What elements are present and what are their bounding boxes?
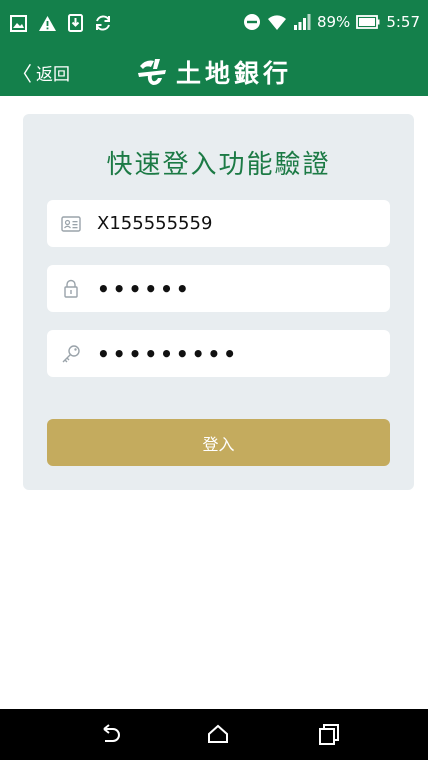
status-icons-right: 89% 5:57 <box>243 13 420 31</box>
image-icon <box>10 14 27 32</box>
back-icon[interactable] <box>97 722 123 748</box>
download-icon <box>68 14 83 32</box>
warning-icon <box>39 15 56 31</box>
home-icon[interactable] <box>205 722 231 748</box>
battery-percent: 89% <box>316 13 351 31</box>
do-not-disturb-icon <box>243 14 260 30</box>
id-field[interactable]: X155555559 <box>47 200 390 247</box>
wifi-icon <box>267 15 286 30</box>
id-card-icon <box>61 214 81 234</box>
chevron-left-icon: 〈 <box>12 61 32 86</box>
recents-icon[interactable] <box>316 722 342 748</box>
brand-name: 土地銀行 <box>176 59 293 88</box>
password-field[interactable]: •••••• <box>47 265 390 312</box>
back-label: 返回 <box>36 64 70 85</box>
brand-logo: 土地銀行 <box>136 54 292 90</box>
system-nav-bar <box>0 709 428 760</box>
battery-icon <box>356 15 380 29</box>
back-button[interactable]: 〈 返回 <box>12 48 70 96</box>
status-icons-left <box>10 14 112 32</box>
id-value: X155555559 <box>97 213 213 234</box>
verification-code-value: ••••••••• <box>97 341 240 366</box>
app-bar: 〈 返回 土地銀行 <box>0 48 428 96</box>
key-icon <box>61 344 81 364</box>
sync-icon <box>96 15 110 31</box>
signal-icon <box>293 14 311 30</box>
land-bank-logo-icon <box>138 59 166 85</box>
lock-icon <box>61 279 81 299</box>
password-value: •••••• <box>97 276 192 301</box>
login-button[interactable]: 登入 <box>47 419 390 466</box>
verification-code-field[interactable]: ••••••••• <box>47 330 390 377</box>
status-bar: 89% 5:57 <box>0 0 428 48</box>
page-title: 快速登入功能驗證 <box>106 150 331 180</box>
clock: 5:57 <box>386 13 420 31</box>
quick-login-card: 快速登入功能驗證 X155555559 •••••• ••••••••• 登入 <box>23 114 414 490</box>
